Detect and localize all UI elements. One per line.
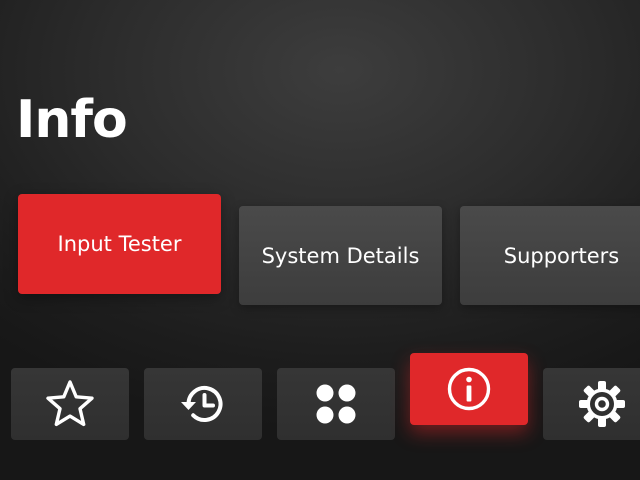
info-icon xyxy=(445,365,493,413)
page-title: Info xyxy=(16,90,128,150)
apps-nav-button[interactable] xyxy=(277,368,395,440)
history-icon xyxy=(177,380,229,428)
input-tester-card[interactable]: Input Tester xyxy=(18,194,221,294)
system-details-card[interactable]: System Details xyxy=(239,206,442,305)
info-nav-button[interactable] xyxy=(410,353,528,425)
history-nav-button[interactable] xyxy=(144,368,262,440)
apps-grid-icon xyxy=(314,382,358,426)
settings-nav-button[interactable] xyxy=(543,368,640,440)
supporters-card[interactable]: Supporters xyxy=(460,206,640,305)
supporters-label: Supporters xyxy=(503,243,620,268)
gear-icon xyxy=(576,378,628,430)
input-tester-label: Input Tester xyxy=(57,232,182,256)
star-icon xyxy=(43,379,97,429)
system-details-label: System Details xyxy=(261,243,420,268)
favorites-nav-button[interactable] xyxy=(11,368,129,440)
